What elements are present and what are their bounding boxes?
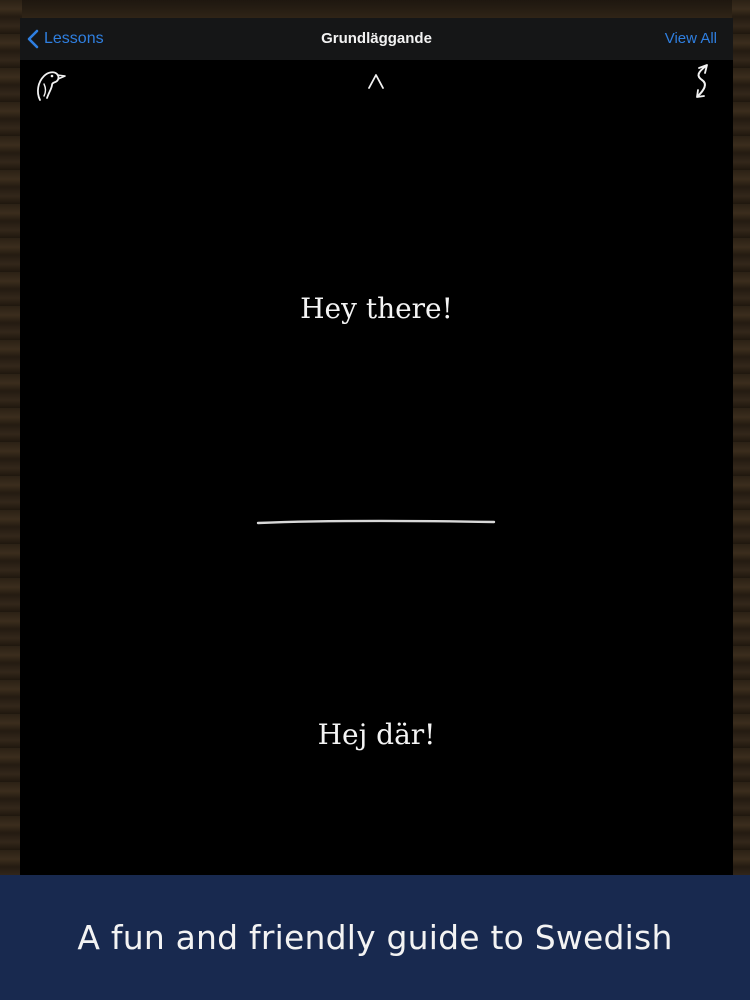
back-button[interactable]: Lessons	[26, 18, 104, 60]
flashcard[interactable]: Hey there! Hej där!	[20, 60, 733, 875]
wood-background-right	[732, 0, 750, 875]
chevron-left-icon	[27, 29, 39, 49]
bird-icon[interactable]	[32, 64, 72, 104]
navigation-bar: Lessons Grundläggande View All	[20, 18, 733, 60]
page-title: Grundläggande	[321, 30, 432, 47]
swedish-phrase: Hej där!	[317, 718, 436, 751]
chevron-up-icon[interactable]	[361, 68, 391, 94]
banner-text: A fun and friendly guide to Swedish	[77, 918, 673, 957]
divider-line	[256, 519, 496, 525]
swap-icon[interactable]	[678, 62, 718, 102]
wood-background-left	[0, 0, 22, 875]
wood-background-top	[0, 0, 750, 18]
view-all-button[interactable]: View All	[665, 18, 717, 60]
app-screen: Lessons Grundläggande View All Hey there…	[0, 0, 750, 1000]
promo-banner: A fun and friendly guide to Swedish	[0, 875, 750, 1000]
english-phrase: Hey there!	[300, 292, 453, 325]
back-button-label: Lessons	[44, 30, 104, 47]
